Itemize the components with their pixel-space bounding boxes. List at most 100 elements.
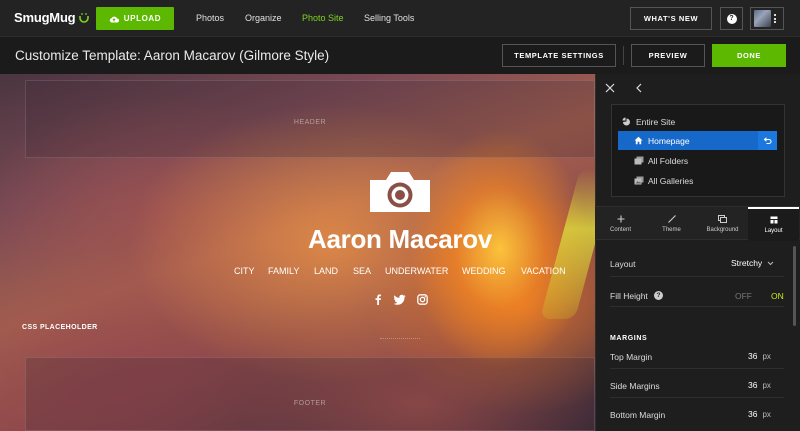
site-nav-sea[interactable]: SEA (353, 266, 371, 276)
instagram-icon[interactable] (417, 294, 428, 305)
whats-new-button[interactable]: WHAT'S NEW (630, 7, 712, 30)
footer-drop-zone[interactable]: FOOTER (25, 357, 595, 431)
tab-layout[interactable]: Layout (748, 207, 799, 241)
tree-item-entire-site[interactable]: Entire Site (622, 112, 675, 131)
layout-select[interactable]: Stretchy (731, 258, 774, 268)
whats-new-label: WHAT'S NEW (643, 14, 699, 23)
bottom-margin-input[interactable]: 36 px (748, 409, 771, 419)
chevron-down-icon (767, 261, 774, 265)
nav-link-selling-tools[interactable]: Selling Tools (364, 13, 414, 23)
site-nav-wedding[interactable]: WEDDING (462, 266, 506, 276)
site-nav-land[interactable]: LAND (314, 266, 338, 276)
tree-item-all-galleries[interactable]: All Galleries (634, 171, 693, 190)
layout-select-value: Stretchy (731, 258, 763, 268)
info-icon[interactable]: ? (654, 291, 663, 300)
site-nav-underwater[interactable]: UNDERWATER (385, 266, 448, 276)
avatar (754, 10, 771, 27)
tree-item-homepage[interactable]: Homepage (634, 131, 690, 150)
tab-background[interactable]: Background (697, 207, 748, 241)
nav-link-organize[interactable]: Organize (245, 13, 282, 23)
fill-height-on[interactable]: ON (771, 291, 784, 301)
header-drop-zone[interactable]: HEADER (25, 80, 595, 158)
side-margins-value: 36 (748, 380, 758, 390)
site-name-heading[interactable]: Aaron Macarov (200, 224, 600, 255)
background-icon (718, 215, 727, 223)
home-icon (634, 136, 643, 145)
brush-icon (667, 215, 676, 223)
fill-height-off[interactable]: OFF (735, 291, 752, 301)
template-settings-label: TEMPLATE SETTINGS (514, 51, 604, 60)
revert-button[interactable] (758, 131, 777, 150)
panel-tabs: Content Theme Background Layout (595, 206, 800, 241)
panel-scrollbar[interactable] (793, 246, 796, 326)
help-button[interactable]: ? (720, 7, 743, 30)
site-nav-city[interactable]: CITY (234, 266, 255, 276)
bottom-margin-value: 36 (748, 409, 758, 419)
tab-label: Background (706, 227, 739, 233)
tab-theme[interactable]: Theme (646, 207, 697, 241)
page-title: Customize Template: Aaron Macarov (Gilmo… (15, 48, 330, 63)
row-divider (610, 368, 784, 369)
side-margins-label: Side Margins (610, 381, 660, 391)
smugmug-logo[interactable]: SmugMug (14, 10, 90, 25)
camera-logo-icon[interactable] (368, 170, 432, 214)
fill-height-label: Fill Height (610, 291, 648, 301)
row-divider (610, 397, 784, 398)
help-icon: ? (726, 13, 737, 24)
layout-icon (770, 216, 777, 224)
top-margin-input[interactable]: 36 px (748, 351, 771, 361)
plus-icon (617, 215, 624, 223)
tab-label: Content (609, 227, 631, 233)
logo-text: SmugMug (14, 10, 76, 25)
template-settings-button[interactable]: TEMPLATE SETTINGS (502, 44, 616, 67)
tree-item-label: All Galleries (648, 175, 694, 186)
footer-zone-label: FOOTER (293, 400, 327, 407)
unit-label: px (762, 410, 771, 419)
css-placeholder-label[interactable]: CSS PLACEHOLDER (22, 324, 98, 331)
row-divider (610, 276, 784, 277)
upload-label: UPLOAD (123, 14, 162, 23)
unit-label: px (762, 352, 771, 361)
nav-link-photo-site[interactable]: Photo Site (302, 13, 344, 23)
top-margin-label: Top Margin (610, 352, 653, 362)
cloud-upload-icon (109, 16, 119, 22)
header-zone-label: HEADER (293, 119, 327, 126)
tree-item-label: Homepage (648, 135, 690, 146)
done-label: DONE (736, 51, 762, 60)
smile-icon (79, 12, 90, 23)
content-divider (380, 338, 420, 339)
facebook-icon[interactable] (374, 294, 382, 305)
tab-label: Theme (662, 227, 681, 233)
tree-item-label: All Folders (648, 155, 689, 166)
tree-item-all-folders[interactable]: All Folders (634, 151, 688, 170)
kebab-menu-icon (774, 14, 776, 23)
twitter-icon[interactable] (394, 294, 406, 305)
done-button[interactable]: DONE (712, 44, 786, 67)
close-icon[interactable] (605, 83, 615, 93)
site-icon (622, 117, 630, 126)
layout-label: Layout (610, 259, 636, 269)
unit-label: px (762, 381, 771, 390)
toolbar-divider (623, 46, 624, 65)
preview-button[interactable]: PREVIEW (631, 44, 705, 67)
row-divider (610, 306, 784, 307)
site-nav-family[interactable]: FAMILY (268, 266, 299, 276)
chevron-left-icon[interactable] (635, 83, 643, 93)
margins-heading: MARGINS (610, 335, 648, 342)
top-margin-value: 36 (748, 351, 758, 361)
bottom-margin-label: Bottom Margin (610, 410, 666, 420)
fill-height-toggle[interactable]: OFF ON (735, 291, 784, 301)
account-menu-button[interactable] (750, 7, 784, 30)
nav-link-photos[interactable]: Photos (196, 13, 224, 23)
side-margins-input[interactable]: 36 px (748, 380, 771, 390)
folders-icon (634, 156, 644, 165)
top-nav: SmugMug UPLOAD Photos Organize Photo Sit… (0, 0, 800, 36)
tab-content[interactable]: Content (595, 207, 646, 241)
galleries-icon (634, 176, 644, 185)
preview-label: PREVIEW (648, 51, 688, 60)
upload-button[interactable]: UPLOAD (96, 7, 174, 30)
undo-icon (763, 136, 772, 144)
tab-label: Layout (764, 228, 783, 234)
site-nav-vacation[interactable]: VACATION (521, 266, 566, 276)
tree-item-label: Entire Site (636, 116, 676, 127)
